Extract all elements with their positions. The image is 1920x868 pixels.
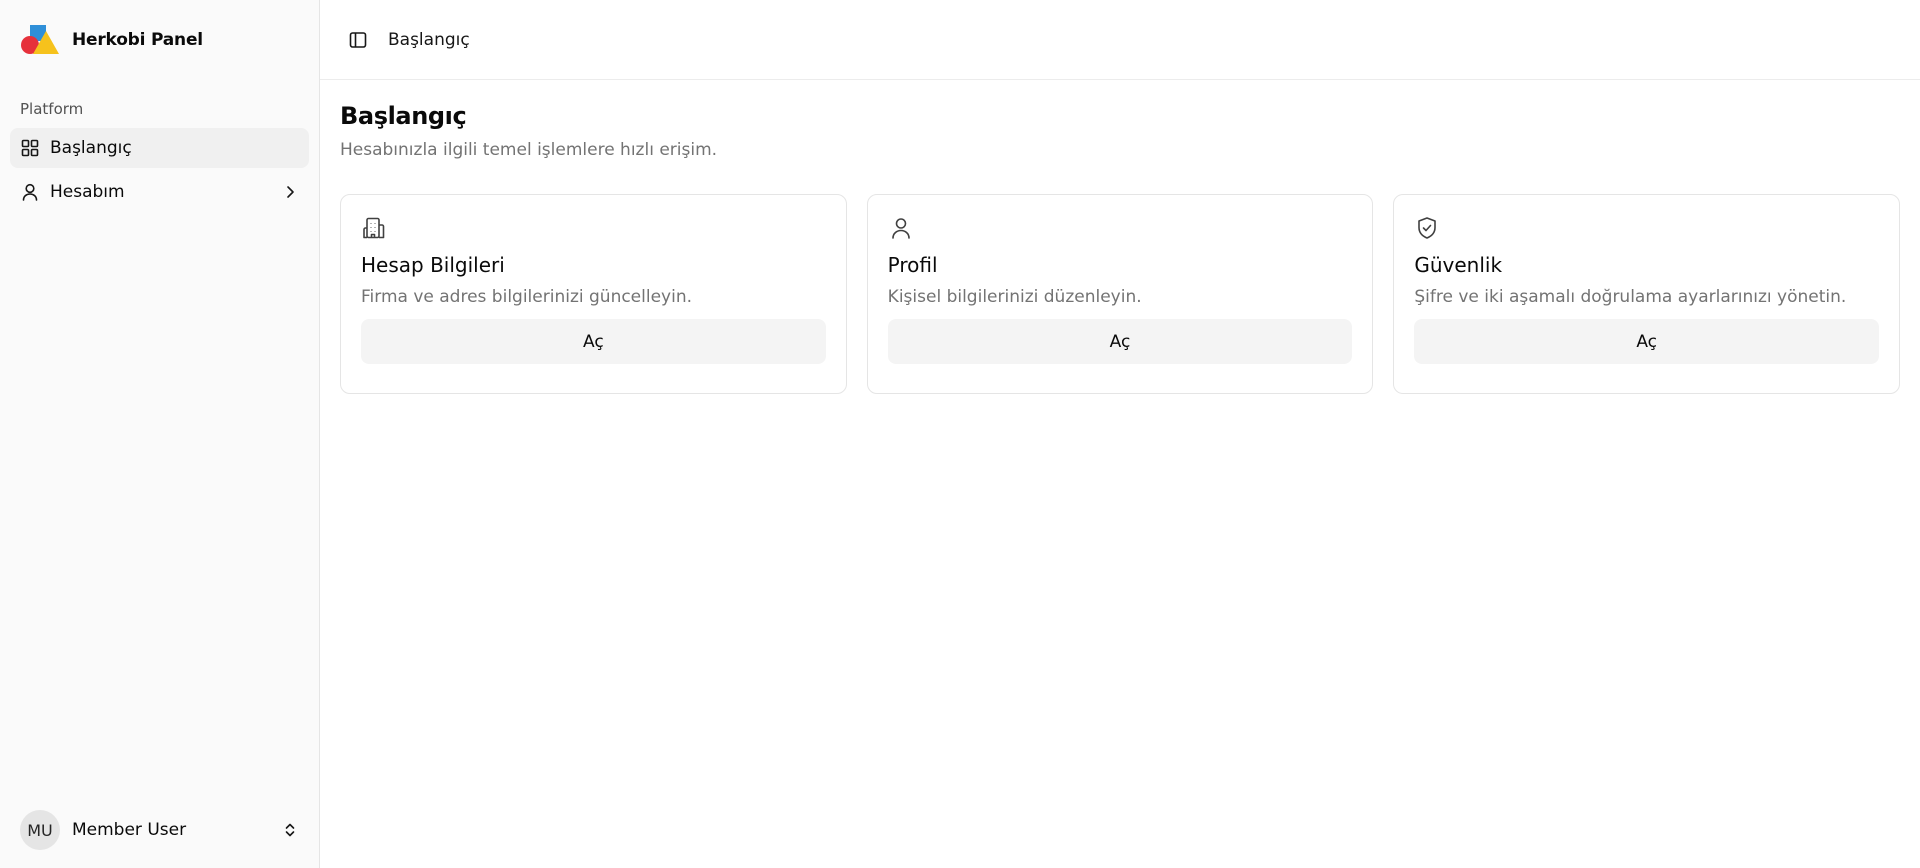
sidebar-group-label: Platform	[20, 100, 84, 118]
quick-access-cards: Hesap Bilgileri Firma ve adres bilgileri…	[340, 194, 1901, 394]
sidebar-item-label: Başlangıç	[50, 138, 132, 158]
breadcrumb: Başlangıç	[388, 29, 470, 50]
user-icon	[888, 215, 914, 241]
sidebar-item-label: Hesabım	[50, 182, 125, 202]
page-title: Başlangıç	[340, 102, 467, 130]
card-title: Hesap Bilgileri	[361, 253, 505, 277]
card-description: Şifre ve iki aşamalı doğrulama ayarların…	[1414, 287, 1847, 307]
user-name: Member User	[72, 820, 187, 840]
page-subtitle: Hesabınızla ilgili temel işlemlere hızlı…	[340, 140, 718, 160]
sidebar-toggle-button[interactable]	[344, 26, 372, 54]
page-content: Başlangıç Hesabınızla ilgili temel işlem…	[320, 80, 1920, 394]
open-guvenlik-button[interactable]: Aç	[1414, 319, 1880, 364]
card-description: Firma ve adres bilgilerinizi güncelleyin…	[361, 287, 693, 307]
card-description: Kişisel bilgilerinizi düzenleyin.	[887, 287, 1142, 307]
building-icon	[361, 215, 387, 241]
brand[interactable]: Herkobi Panel	[10, 0, 309, 80]
sidebar-item-hesabim[interactable]: Hesabım	[10, 172, 309, 212]
card-title: Güvenlik	[1414, 253, 1503, 277]
grid-icon	[20, 138, 40, 158]
avatar: MU	[20, 810, 60, 850]
open-hesap-bilgileri-button[interactable]: Aç	[361, 319, 826, 364]
brand-name: Herkobi Panel	[72, 30, 203, 50]
panel-left-icon	[349, 31, 367, 48]
brand-logo-icon	[21, 25, 59, 54]
card-title: Profil	[887, 253, 938, 277]
chevron-right-icon	[281, 183, 299, 201]
open-profil-button[interactable]: Aç	[887, 319, 1353, 364]
topbar: Başlangıç	[320, 0, 1920, 80]
user-icon	[20, 182, 40, 202]
shield-check-icon	[1414, 215, 1440, 241]
sidebar-nav: Başlangıç Hesabım	[10, 128, 309, 212]
main-area: Başlangıç Başlangıç Hesabınızla ilgili t…	[320, 0, 1920, 868]
card-hesap-bilgileri: Hesap Bilgileri Firma ve adres bilgileri…	[340, 194, 847, 394]
sidebar-item-baslangic[interactable]: Başlangıç	[10, 128, 309, 168]
chevrons-up-down-icon	[281, 821, 299, 839]
card-profil: Profil Kişisel bilgilerinizi düzenleyin.…	[866, 194, 1374, 394]
card-guvenlik: Güvenlik Şifre ve iki aşamalı doğrulama …	[1393, 194, 1901, 394]
sidebar: Herkobi Panel Platform Başlangıç Hesabım…	[0, 0, 320, 868]
user-menu-button[interactable]: MU Member User	[10, 802, 309, 858]
